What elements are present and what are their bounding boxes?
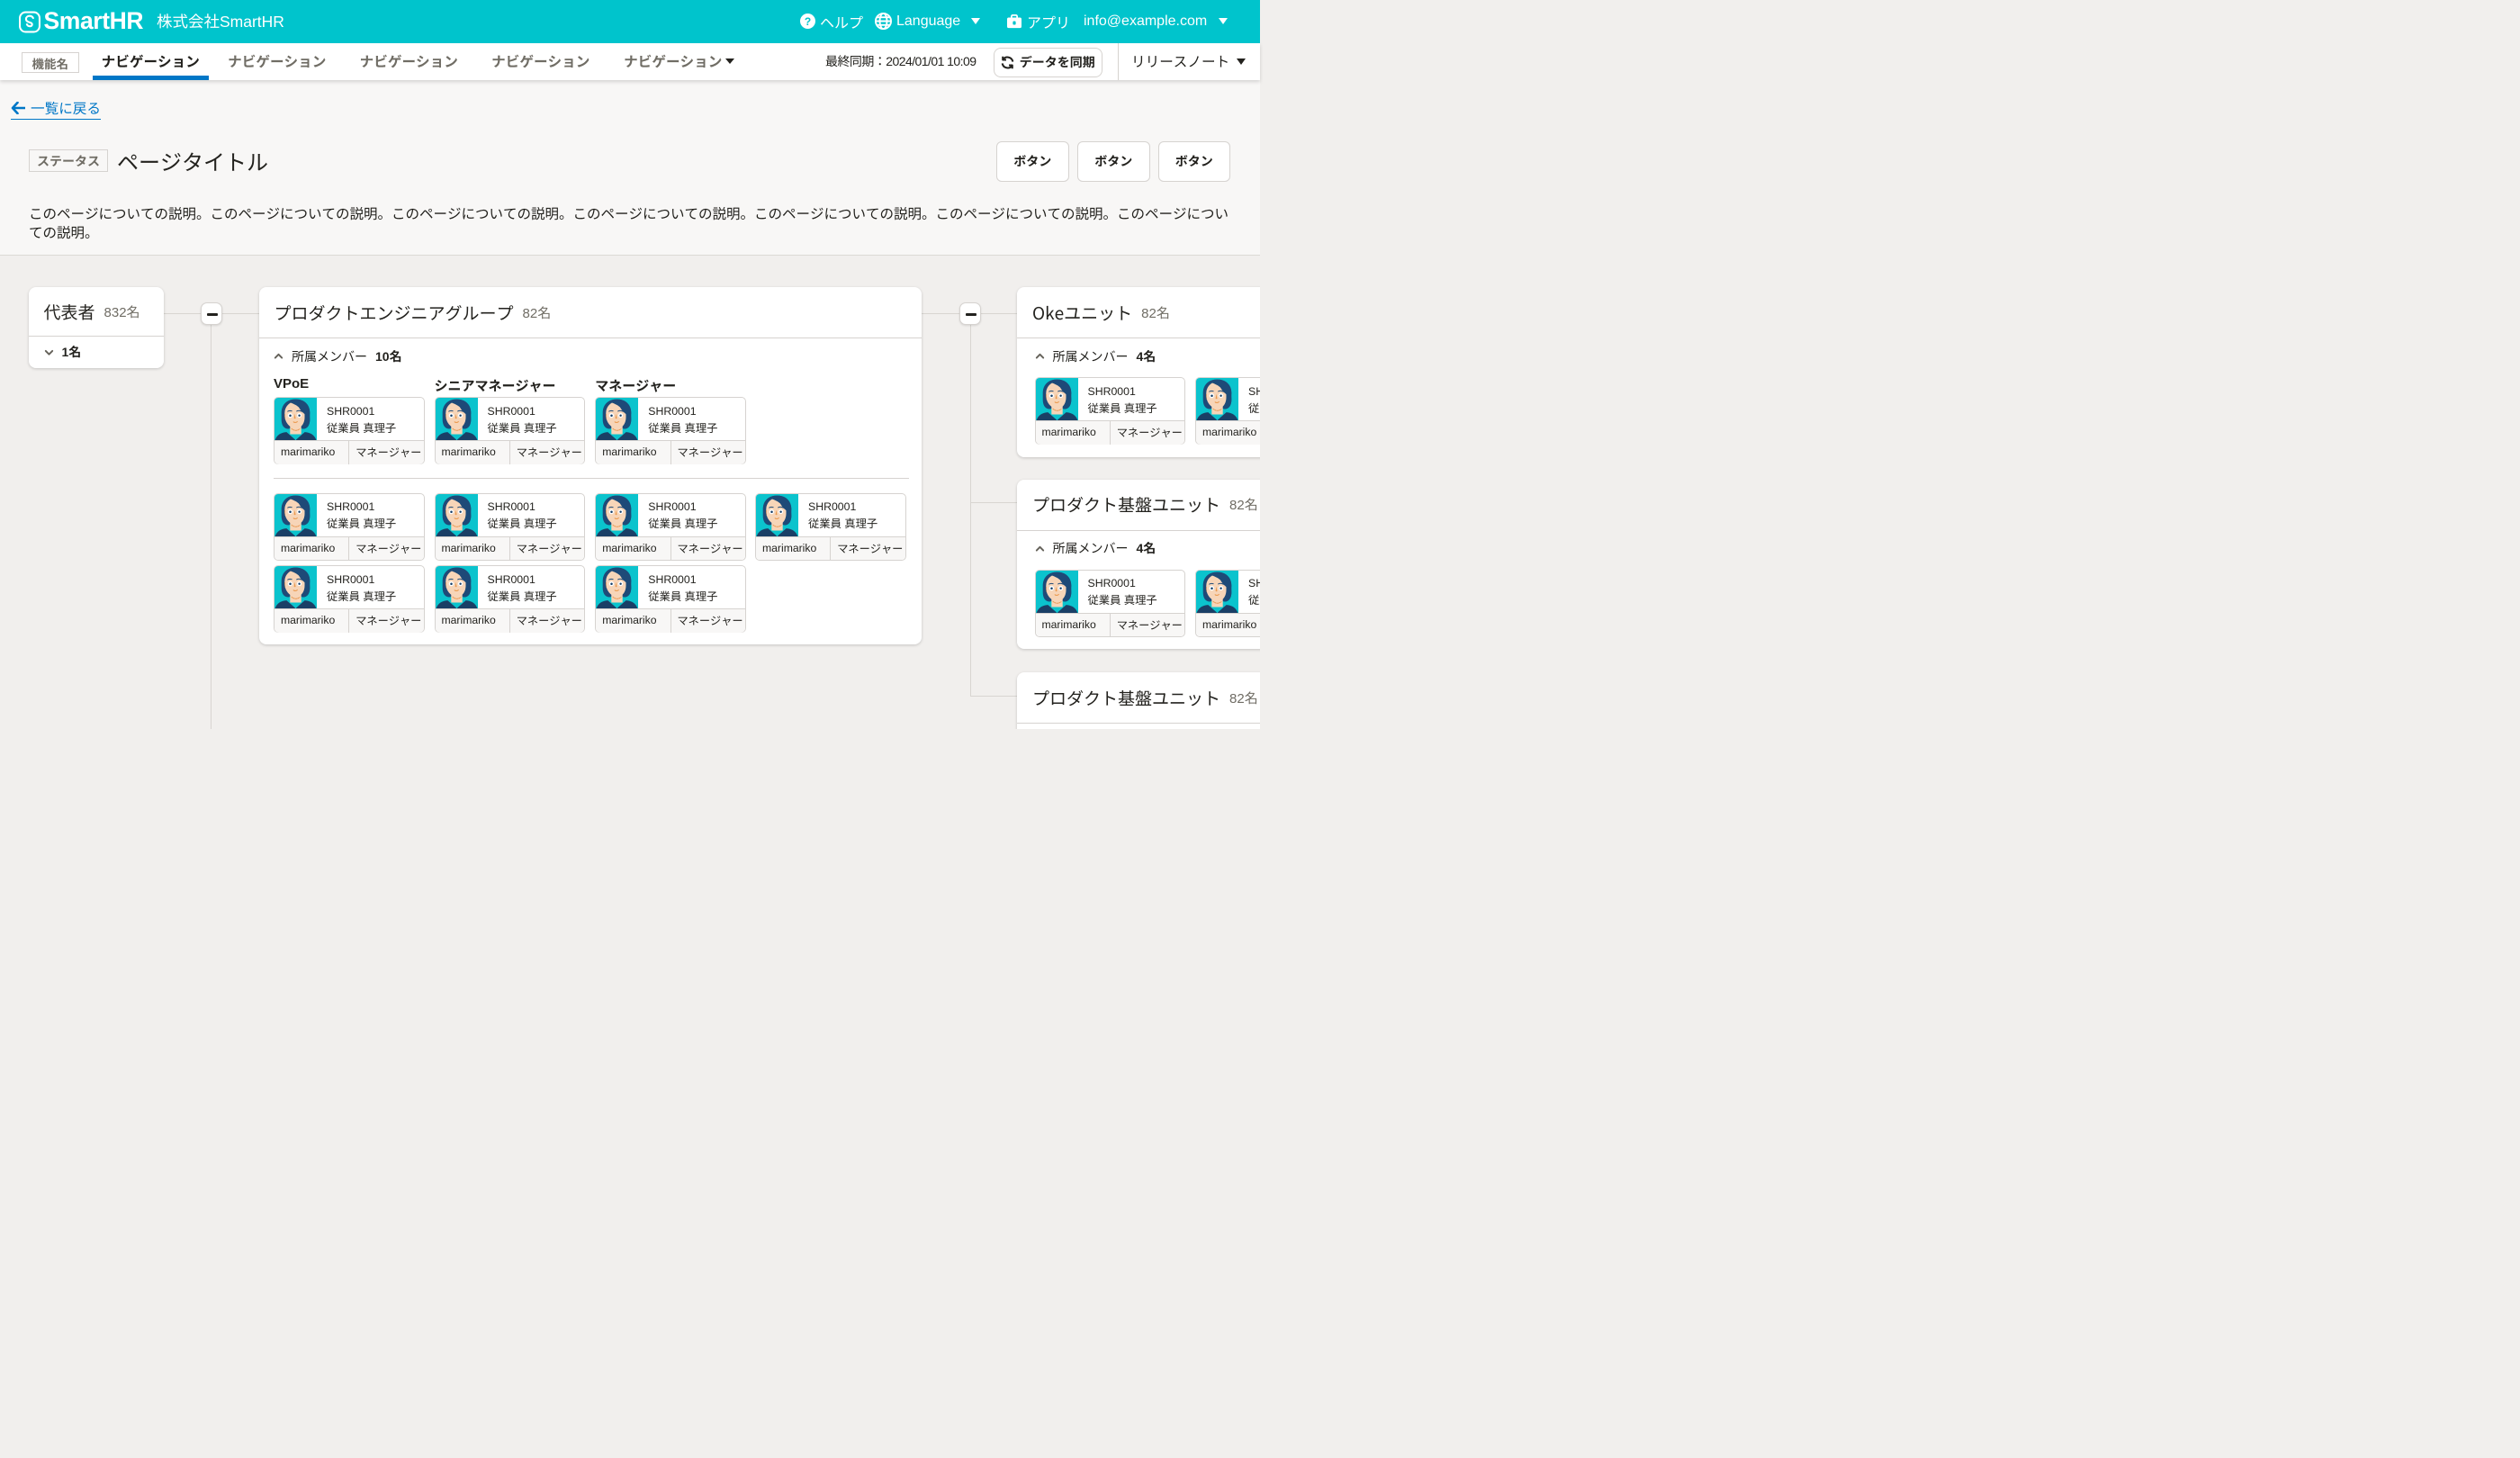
svg-text:?: ?	[805, 15, 811, 28]
